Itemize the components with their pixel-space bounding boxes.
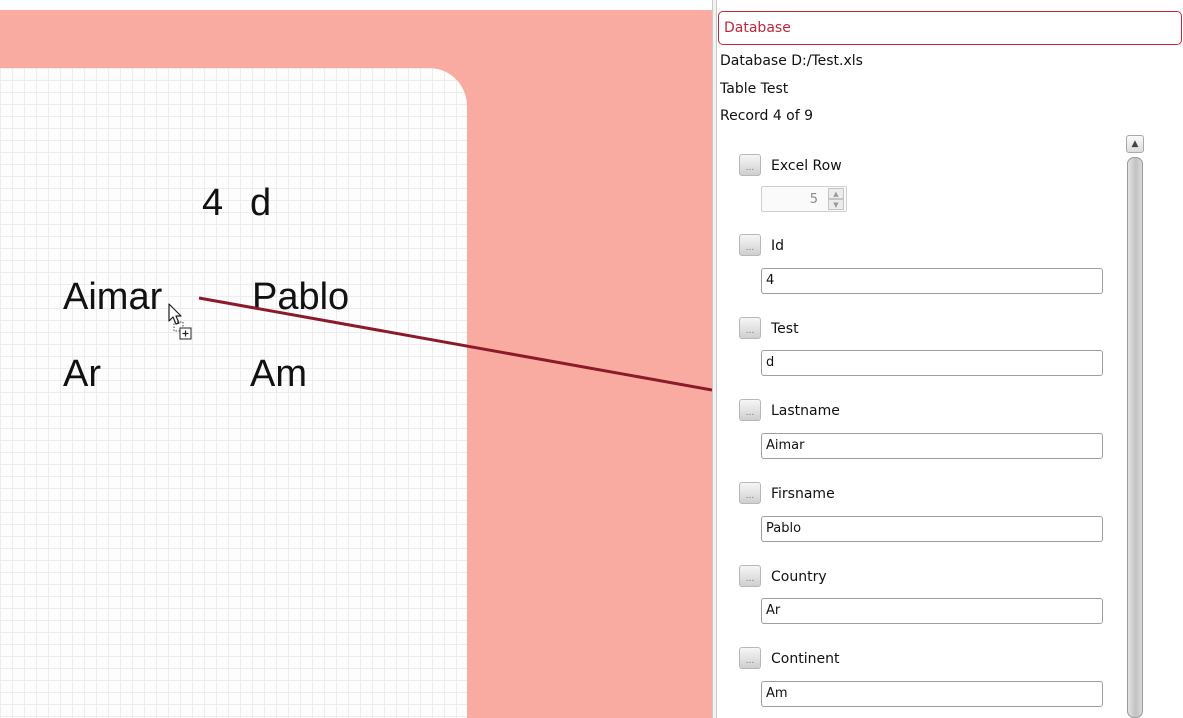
- data-link-line-segment: [198, 296, 712, 392]
- field-options-button[interactable]: ...: [739, 565, 761, 587]
- field-options-button[interactable]: ...: [739, 234, 761, 256]
- field-label: Test: [771, 321, 799, 337]
- design-canvas[interactable]: 4 d Aimar Pablo Ar Am: [0, 0, 712, 718]
- scrollbar-thumb[interactable]: [1127, 157, 1143, 718]
- field-label: Excel Row: [771, 158, 842, 174]
- country-input[interactable]: Ar: [761, 598, 1103, 624]
- field-options-button[interactable]: ...: [739, 154, 761, 176]
- field-label: Lastname: [771, 403, 840, 419]
- field-options-button[interactable]: ...: [739, 482, 761, 504]
- field-label: Continent: [771, 651, 840, 667]
- triangle-up-icon[interactable]: ▲: [828, 188, 844, 199]
- record-counter-text: Record 4 of 9: [720, 108, 814, 124]
- table-name-text: Table Test: [720, 81, 789, 97]
- field-label: Firsname: [771, 486, 835, 502]
- triangle-down-icon[interactable]: ▼: [828, 199, 844, 210]
- field-excel-row: ... Excel Row 5 ▲ ▼: [717, 132, 1127, 212]
- database-path-text: Database D:/Test.xls: [720, 53, 863, 69]
- excel-row-spinbox[interactable]: 5 ▲ ▼: [761, 186, 847, 212]
- fields-list: ... Excel Row 5 ▲ ▼ ... Id 4 ... Test d …: [717, 132, 1183, 718]
- panel-header-database[interactable]: Database: [718, 11, 1182, 45]
- data-link-line: [198, 296, 712, 392]
- drag-copy-cursor-icon: [168, 303, 192, 340]
- scroll-up-arrow-icon[interactable]: ▲: [1126, 135, 1144, 153]
- field-options-button[interactable]: ...: [739, 399, 761, 421]
- field-label: Country: [771, 569, 827, 585]
- field-options-button[interactable]: ...: [739, 647, 761, 669]
- continent-input[interactable]: Am: [761, 681, 1103, 707]
- excel-row-value: 5: [809, 192, 818, 207]
- fields-scrollbar[interactable]: ▲: [1126, 135, 1144, 718]
- firstname-input[interactable]: Pablo: [761, 516, 1103, 542]
- lastname-input[interactable]: Aimar: [761, 433, 1103, 459]
- field-options-button[interactable]: ...: [739, 317, 761, 339]
- id-input[interactable]: 4: [761, 268, 1103, 294]
- test-input[interactable]: d: [761, 350, 1103, 376]
- field-label: Id: [771, 238, 785, 254]
- database-panel: Database Database D:/Test.xls Table Test…: [717, 0, 1183, 718]
